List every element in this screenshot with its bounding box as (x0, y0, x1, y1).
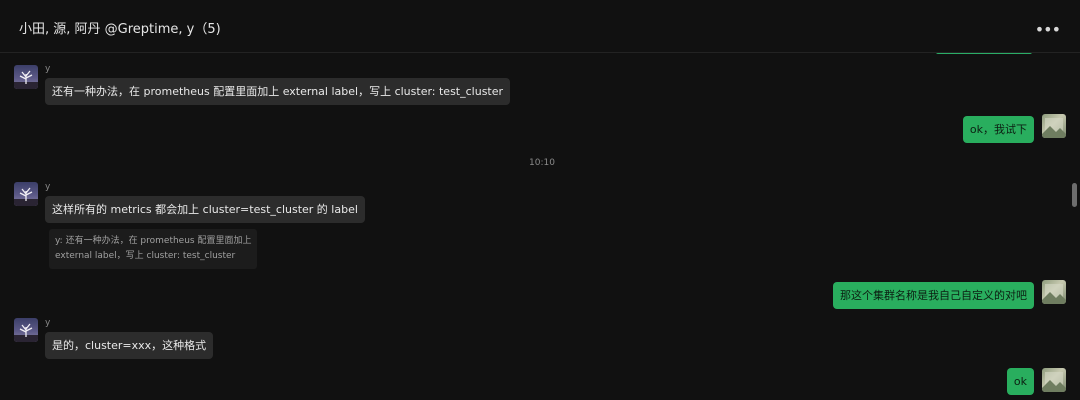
message-bubble[interactable]: 还有一种办法，在 prometheus 配置里面加上 external labe… (45, 78, 511, 105)
avatar-y[interactable] (14, 65, 38, 89)
message-bubble-self[interactable]: ok，我试下 (962, 116, 1034, 143)
avatar-self[interactable] (1042, 114, 1066, 138)
quoted-message[interactable]: y: 还有一种办法，在 prometheus 配置里面加上 external l… (49, 229, 258, 269)
avatar-y[interactable] (14, 182, 38, 206)
quote-line: y: 还有一种办法，在 prometheus 配置里面加上 (55, 236, 252, 246)
avatar-photo-icon (1042, 284, 1066, 304)
avatar-photo-icon (1042, 372, 1066, 392)
avatar-tree-icon (14, 187, 38, 206)
sender-name: y (45, 318, 51, 328)
avatar-photo-icon (1042, 118, 1066, 138)
previous-message-bubble-edge (936, 53, 1032, 54)
avatar-tree-icon (14, 70, 38, 89)
sender-name: y (45, 64, 51, 74)
message-bubble[interactable]: 这样所有的 metrics 都会加上 cluster=test_cluster … (45, 196, 365, 223)
avatar-self[interactable] (1042, 368, 1066, 392)
message-bubble[interactable]: 是的，cluster=xxx，这种格式 (45, 332, 214, 359)
message-bubble-self[interactable]: ok (1006, 368, 1034, 395)
chat-header: 小田, 源, 阿丹 @Greptime, y（5) ••• (0, 0, 1080, 53)
message-bubble-self[interactable]: 那这个集群名称是我自己自定义的对吧 (833, 282, 1034, 309)
avatar-y[interactable] (14, 318, 38, 342)
message-list[interactable]: y 还有一种办法，在 prometheus 配置里面加上 external la… (0, 53, 1080, 400)
avatar-self[interactable] (1042, 280, 1066, 304)
scrollbar-thumb[interactable] (1072, 183, 1077, 207)
message-timestamp: 10:10 (529, 158, 555, 168)
sender-name: y (45, 182, 51, 192)
chat-title: 小田, 源, 阿丹 @Greptime, y（5) (19, 22, 221, 37)
more-options-icon[interactable]: ••• (1035, 21, 1061, 39)
quote-line: external label，写上 cluster: test_cluster (55, 251, 236, 261)
avatar-tree-icon (14, 323, 38, 342)
